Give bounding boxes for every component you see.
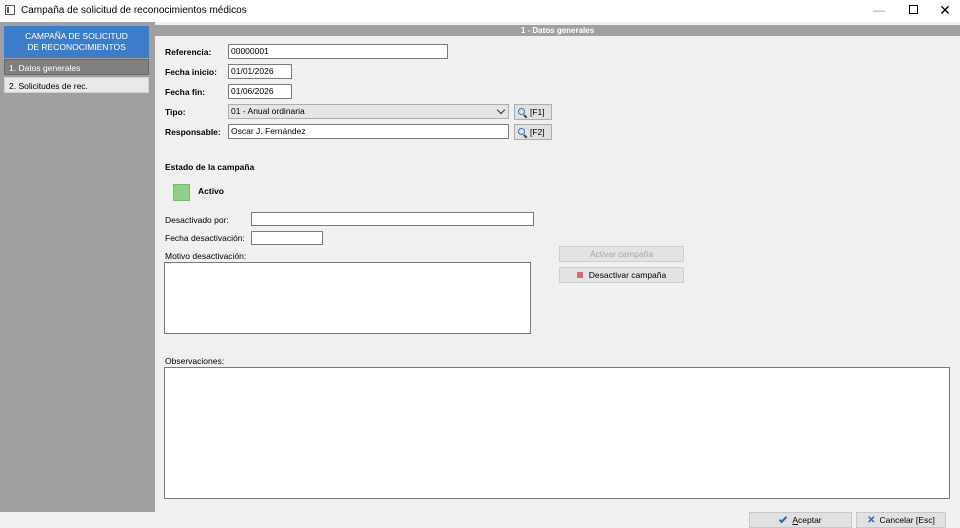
- tipo-select[interactable]: 01 - Anual ordinaria: [228, 104, 509, 119]
- status-indicator: [173, 184, 190, 201]
- stop-icon: [576, 271, 583, 278]
- desactivar-campana-button[interactable]: Desactivar campaña: [559, 267, 684, 283]
- app-icon: [5, 5, 15, 15]
- sidebar-item-solicitudes[interactable]: 2. Solicitudes de rec.: [4, 77, 149, 93]
- cancelar-button[interactable]: ✕ Cancelar [Esc]: [856, 512, 946, 528]
- activar-campana-button[interactable]: Activar campaña: [559, 246, 684, 262]
- tipo-lookup-label: [F1]: [530, 107, 545, 117]
- motivo-textarea[interactable]: [164, 262, 531, 334]
- search-icon: [518, 127, 528, 138]
- responsable-lookup-label: [F2]: [530, 127, 545, 137]
- sidebar-header: CAMPAÑA DE SOLICITUD DE RECONOCIMIENTOS: [4, 26, 149, 58]
- aceptar-button[interactable]: Aceptar: [749, 512, 852, 528]
- tipo-lookup-button[interactable]: [F1]: [514, 104, 552, 120]
- section-title: 1 - Datos generales: [155, 25, 960, 36]
- referencia-field[interactable]: 00000001: [228, 44, 448, 59]
- aceptar-label: ceptar: [798, 515, 822, 525]
- main-panel: 1 - Datos generales Referencia: 00000001…: [155, 22, 960, 512]
- observaciones-label: Observaciones:: [165, 356, 225, 366]
- fecha-fin-field[interactable]: 01/06/2026: [228, 84, 292, 99]
- responsable-label: Responsable:: [165, 127, 221, 137]
- close-button[interactable]: ✕: [928, 0, 960, 22]
- fecha-desactivacion-label: Fecha desactivación:: [165, 233, 245, 243]
- sidebar-header-line2: DE RECONOCIMIENTOS: [27, 42, 126, 52]
- tipo-label: Tipo:: [165, 107, 186, 117]
- maximize-button[interactable]: [896, 0, 930, 22]
- estado-heading: Estado de la campaña: [165, 162, 255, 172]
- observaciones-textarea[interactable]: [164, 367, 950, 499]
- sidebar: CAMPAÑA DE SOLICITUD DE RECONOCIMIENTOS …: [0, 22, 155, 512]
- title-bar: Campaña de solicitud de reconocimientos …: [0, 0, 960, 22]
- maximize-icon: [908, 5, 918, 15]
- fecha-fin-label: Fecha fin:: [165, 87, 206, 97]
- referencia-label: Referencia:: [165, 47, 212, 57]
- motivo-label: Motivo desactivación:: [165, 251, 247, 261]
- responsable-field[interactable]: Oscar J. Fernández: [228, 124, 509, 139]
- tipo-select-value: 01 - Anual ordinaria: [231, 106, 305, 116]
- fecha-inicio-label: Fecha inicio:: [165, 67, 217, 77]
- sidebar-item-datos-generales[interactable]: 1. Datos generales: [4, 59, 149, 75]
- minimize-button[interactable]: —: [862, 0, 896, 22]
- fecha-desactivacion-field[interactable]: [251, 231, 323, 245]
- desactivado-por-field[interactable]: [251, 212, 534, 226]
- footer-bar: Aceptar ✕ Cancelar [Esc]: [0, 512, 960, 528]
- close-icon: ✕: [867, 515, 876, 526]
- desactivado-por-label: Desactivado por:: [165, 215, 229, 225]
- search-icon: [518, 107, 528, 118]
- check-icon: [779, 514, 788, 523]
- desactivar-campana-label: Desactivar campaña: [588, 270, 667, 280]
- fecha-inicio-field[interactable]: 01/01/2026: [228, 64, 292, 79]
- window-title: Campaña de solicitud de reconocimientos …: [21, 5, 247, 16]
- cancelar-label: Cancelar [Esc]: [879, 515, 935, 525]
- sidebar-header-line1: CAMPAÑA DE SOLICITUD: [25, 31, 128, 41]
- chevron-down-icon: [496, 105, 506, 115]
- responsable-lookup-button[interactable]: [F2]: [514, 124, 552, 140]
- status-label: Activo: [198, 186, 224, 196]
